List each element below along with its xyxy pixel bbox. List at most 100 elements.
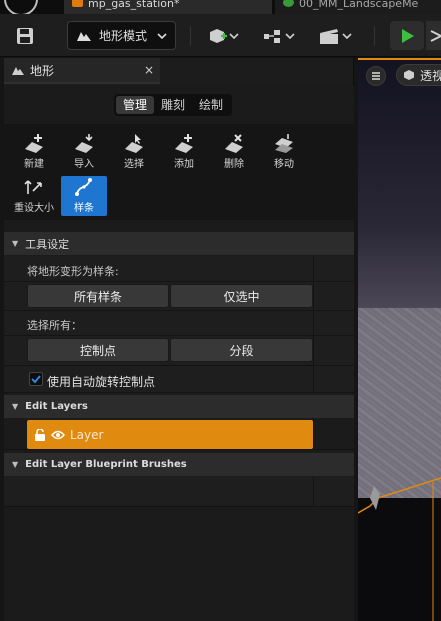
tool-select[interactable]: 选择 bbox=[111, 132, 157, 172]
caret-down-icon: ▼ bbox=[12, 402, 19, 411]
column-divider bbox=[313, 419, 314, 449]
tab-sculpt[interactable]: 雕刻 bbox=[154, 96, 192, 114]
mode-segmented-control: 管理 雕刻 绘制 bbox=[114, 94, 233, 116]
select-all-label: 选择所有： bbox=[27, 319, 82, 332]
select-buttons-row: 控制点 分段 bbox=[4, 336, 354, 366]
control-points-button[interactable]: 控制点 bbox=[27, 338, 169, 362]
panel-body: 管理 雕刻 绘制 新建 导入 选择 添加 删除 移动 重设大小 样条 ▼ 工具设… bbox=[4, 86, 354, 621]
select-icon bbox=[125, 134, 143, 153]
eye-icon[interactable] bbox=[51, 430, 65, 440]
section-blueprint-brushes[interactable]: ▼ Edit Layer Blueprint Brushes bbox=[4, 453, 354, 476]
tool-move-label: 移动 bbox=[274, 159, 294, 170]
mode-dropdown[interactable]: 地形模式 bbox=[67, 21, 176, 50]
unreal-logo-icon[interactable] bbox=[4, 0, 38, 14]
tool-delete[interactable]: 删除 bbox=[211, 132, 257, 172]
view-mode-label: 透视 bbox=[420, 68, 441, 83]
tool-new-label: 新建 bbox=[24, 159, 44, 170]
add-cube-icon bbox=[210, 28, 239, 43]
blueprint-graph-icon bbox=[264, 29, 295, 43]
landscape-panel: 地形 × 管理 雕刻 绘制 新建 导入 选择 添加 删除 移动 重设大小 样条 … bbox=[4, 58, 354, 621]
spline-icon bbox=[75, 178, 92, 196]
add-actor-button[interactable] bbox=[204, 21, 244, 50]
tool-resize-label: 重设大小 bbox=[14, 203, 54, 214]
level-viewport[interactable]: 透视 bbox=[358, 58, 441, 621]
column-divider bbox=[313, 256, 314, 281]
section-edit-layers-title: Edit Layers bbox=[25, 401, 88, 412]
mode-dropdown-label: 地形模式 bbox=[99, 29, 148, 43]
section-blueprint-brushes-title: Edit Layer Blueprint Brushes bbox=[25, 459, 187, 470]
unlock-icon[interactable] bbox=[34, 428, 46, 441]
tool-move[interactable]: 移动 bbox=[261, 132, 307, 172]
section-tool-settings[interactable]: ▼ 工具设定 bbox=[4, 232, 354, 255]
caret-down-icon: ▼ bbox=[12, 239, 19, 248]
selection-outline bbox=[358, 477, 441, 621]
deform-label: 将地形变形为样条: bbox=[27, 265, 119, 278]
new-landscape-icon bbox=[25, 134, 43, 153]
cinematics-button[interactable] bbox=[316, 21, 356, 50]
column-divider bbox=[313, 477, 314, 506]
deform-row: 将地形变形为样条: bbox=[4, 256, 354, 282]
viewport-menu-button[interactable] bbox=[366, 66, 386, 86]
save-button[interactable] bbox=[12, 21, 38, 50]
segments-button[interactable]: 分段 bbox=[170, 338, 313, 362]
tool-spline[interactable]: 样条 bbox=[61, 176, 107, 216]
tool-resize[interactable]: 重设大小 bbox=[11, 176, 57, 216]
move-icon bbox=[275, 134, 293, 153]
landscape-mode-icon bbox=[77, 31, 91, 41]
more-options-icon bbox=[430, 29, 441, 42]
brushes-row bbox=[4, 477, 354, 507]
caret-down-icon: ▼ bbox=[12, 460, 19, 469]
section-tool-settings-title: 工具设定 bbox=[25, 237, 70, 251]
document-tab-strip: mp_gas_station* 00_MM_LandscapeMe bbox=[0, 0, 441, 14]
tool-new[interactable]: 新建 bbox=[11, 132, 57, 172]
viewport-active-border bbox=[358, 58, 441, 60]
tool-delete-label: 删除 bbox=[224, 159, 244, 170]
tool-spline-label: 样条 bbox=[74, 203, 94, 214]
column-divider bbox=[313, 336, 314, 365]
cube-icon bbox=[404, 70, 414, 80]
resize-icon bbox=[24, 180, 42, 194]
delete-component-icon bbox=[225, 134, 243, 153]
tool-import-label: 导入 bbox=[74, 159, 94, 170]
toolbar-divider bbox=[374, 26, 375, 46]
auto-rotate-row: 使用自动旋转控制点 bbox=[4, 366, 354, 393]
chevron-down-icon bbox=[157, 32, 167, 39]
hamburger-icon bbox=[372, 72, 380, 80]
blueprint-button[interactable] bbox=[260, 21, 300, 50]
perspective-button[interactable]: 透视 bbox=[396, 64, 441, 86]
auto-rotate-checkbox[interactable] bbox=[29, 372, 43, 386]
column-divider bbox=[313, 366, 314, 392]
level-icon bbox=[72, 0, 83, 7]
tool-add[interactable]: 添加 bbox=[161, 132, 207, 172]
checkmark-icon bbox=[31, 375, 41, 384]
auto-rotate-label: 使用自动旋转控制点 bbox=[47, 375, 156, 389]
all-splines-button[interactable]: 所有样条 bbox=[27, 284, 169, 308]
play-options-button[interactable] bbox=[426, 21, 441, 50]
import-icon bbox=[75, 134, 93, 153]
close-icon[interactable]: × bbox=[144, 63, 154, 77]
layers-row: Layer bbox=[4, 419, 354, 450]
play-button[interactable] bbox=[390, 21, 424, 50]
tab-material-label: 00_MM_LandscapeMe bbox=[299, 0, 419, 10]
play-icon bbox=[402, 28, 414, 43]
tab-material[interactable]: 00_MM_LandscapeMe bbox=[275, 0, 441, 14]
layer-item[interactable]: Layer bbox=[27, 420, 313, 449]
tool-add-label: 添加 bbox=[174, 159, 194, 170]
column-divider bbox=[313, 282, 314, 310]
tab-paint[interactable]: 绘制 bbox=[192, 96, 230, 114]
toolbar-divider bbox=[190, 26, 191, 46]
panel-title: 地形 bbox=[30, 63, 55, 78]
save-icon bbox=[17, 27, 33, 44]
deform-buttons-row: 所有样条 仅选中 bbox=[4, 282, 354, 311]
tab-level-label: mp_gas_station* bbox=[88, 0, 180, 10]
tab-manage[interactable]: 管理 bbox=[116, 96, 155, 114]
add-component-icon bbox=[175, 134, 193, 153]
tool-palette: 新建 导入 选择 添加 删除 移动 重设大小 样条 bbox=[4, 124, 354, 220]
layer-name: Layer bbox=[70, 427, 104, 442]
tool-import[interactable]: 导入 bbox=[61, 132, 107, 172]
selected-only-button[interactable]: 仅选中 bbox=[170, 284, 313, 308]
section-edit-layers[interactable]: ▼ Edit Layers bbox=[4, 395, 354, 418]
tool-select-label: 选择 bbox=[124, 159, 144, 170]
tab-level[interactable]: mp_gas_station* bbox=[64, 0, 272, 14]
panel-tab-landscape[interactable]: 地形 × bbox=[4, 58, 160, 84]
